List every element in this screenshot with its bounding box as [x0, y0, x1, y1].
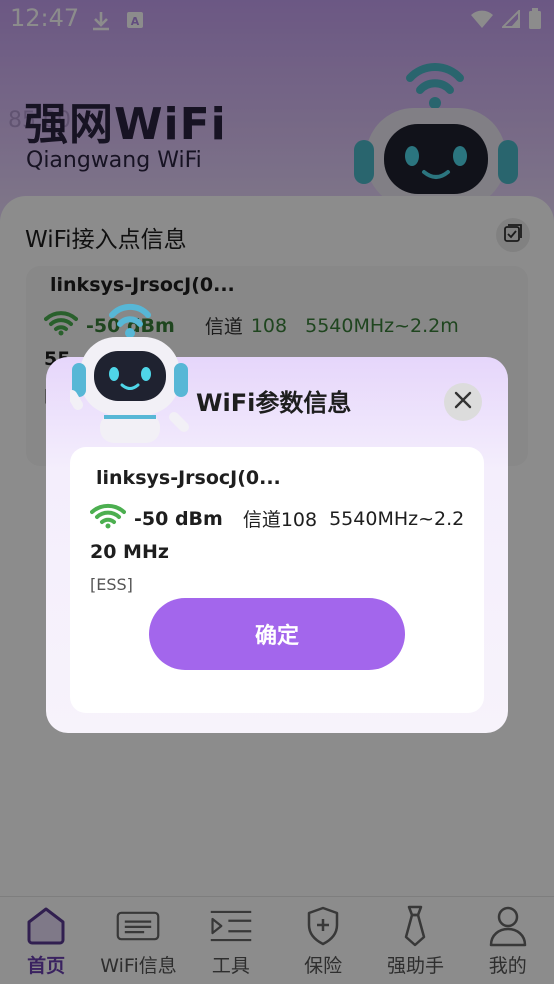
dialog-close-button[interactable]: [444, 383, 482, 421]
robot-mascot-illustration: [67, 293, 190, 449]
confirm-button[interactable]: 确定: [149, 598, 405, 670]
dialog-bandwidth: 20 MHz: [90, 541, 169, 563]
dialog-capability: [ESS]: [90, 575, 133, 594]
dialog-title: WiFi参数信息: [196, 389, 352, 417]
dialog-content: linksys-JrsocJ(0... -50 dBm 信道108 5540MH…: [70, 447, 484, 713]
wifi-params-dialog: WiFi参数信息 linksys-JrsocJ(0... -50 dBm 信道1…: [46, 303, 508, 733]
dialog-frequency: 5540MHz~2.2m: [329, 507, 465, 530]
close-icon: [453, 390, 473, 414]
dialog-channel: 信道108: [242, 509, 318, 531]
dialog-ssid: linksys-JrsocJ(0...: [96, 467, 281, 489]
dialog-signal-row: -50 dBm 信道108 5540MHz~2.2m: [90, 503, 465, 534]
dialog-signal: -50 dBm: [134, 507, 223, 530]
wifi-signal-icon: [90, 503, 126, 534]
